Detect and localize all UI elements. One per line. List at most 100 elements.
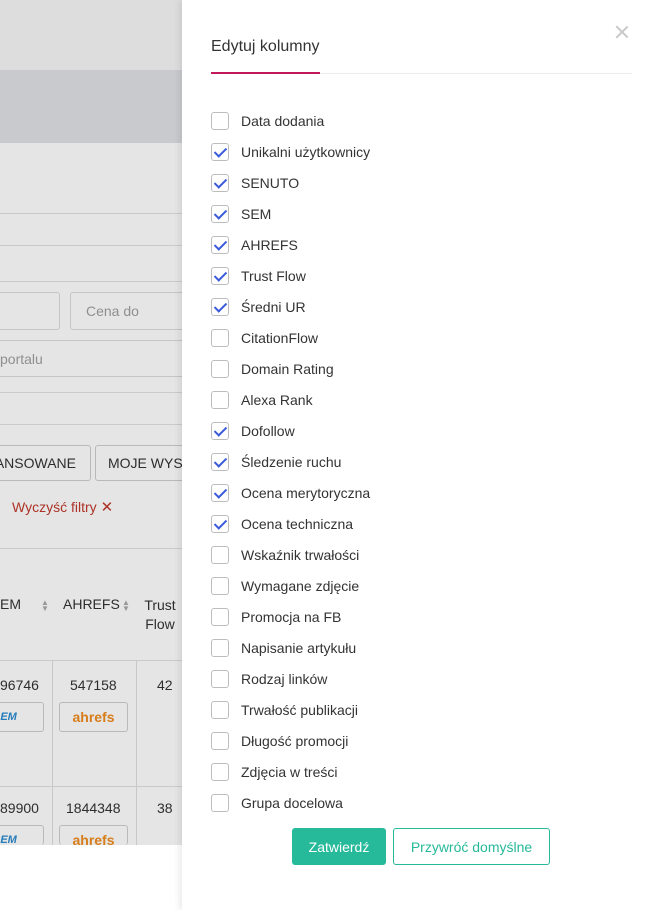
divider xyxy=(0,281,182,282)
column-option[interactable]: Wymagane zdjęcie xyxy=(211,570,370,601)
column-option[interactable]: Grupa docelowa xyxy=(211,787,370,818)
column-option[interactable]: SEM xyxy=(211,198,370,229)
advanced-search-button[interactable]: ANSOWANE xyxy=(0,445,91,481)
column-option[interactable]: Zdjęcia w treści xyxy=(211,756,370,787)
column-option[interactable]: Długość promocji xyxy=(211,725,370,756)
clear-filters-link[interactable]: Wyczyść filtry ✕ xyxy=(12,498,113,516)
column-checkbox[interactable] xyxy=(211,762,229,781)
column-option[interactable]: CitationFlow xyxy=(211,322,370,353)
column-option[interactable]: Unikalni użytkownicy xyxy=(211,136,370,167)
confirm-button[interactable]: Zatwierdź xyxy=(292,828,386,865)
column-label: CitationFlow xyxy=(241,329,319,346)
column-checkbox[interactable] xyxy=(211,545,229,564)
column-option[interactable]: Promocja na FB xyxy=(211,601,370,632)
column-label: Promocja na FB xyxy=(241,608,342,625)
column-list: Data dodania Unikalni użytkownicy SENUTO SE… xyxy=(211,105,370,818)
column-option[interactable]: SENUTO xyxy=(211,167,370,198)
column-checkbox[interactable] xyxy=(211,731,229,750)
column-option[interactable]: Trust Flow xyxy=(211,260,370,291)
column-label: Trust Flow xyxy=(241,267,306,284)
column-option[interactable]: Średni UR xyxy=(211,291,370,322)
table-cell-ahrefs: 1844348 xyxy=(66,800,121,816)
column-option[interactable]: Data dodania xyxy=(211,105,370,136)
column-checkbox[interactable] xyxy=(211,173,229,192)
column-label: AHREFS xyxy=(241,236,298,253)
column-label: Zdjęcia w treści xyxy=(241,763,338,780)
column-option[interactable]: Alexa Rank xyxy=(211,384,370,415)
column-option[interactable]: Trwałość publikacji xyxy=(211,694,370,725)
column-option[interactable]: Ocena techniczna xyxy=(211,508,370,539)
background-banner xyxy=(0,70,182,143)
column-label: Średni UR xyxy=(241,298,306,315)
column-checkbox[interactable] xyxy=(211,669,229,688)
column-option[interactable]: Rodzaj linków xyxy=(211,663,370,694)
table-cell-ahrefs: 547158 xyxy=(70,677,117,693)
column-option[interactable]: AHREFS xyxy=(211,229,370,260)
column-checkbox[interactable] xyxy=(211,297,229,316)
reset-defaults-button[interactable]: Przywróć domyślne xyxy=(393,828,550,865)
column-label: Ocena techniczna xyxy=(241,515,354,532)
column-option[interactable]: Dofollow xyxy=(211,415,370,446)
column-option[interactable]: Wskaźnik trwałości xyxy=(211,539,370,570)
table-cell-trust-flow: 42 xyxy=(157,677,173,693)
column-checkbox[interactable] xyxy=(211,638,229,657)
my-searches-button[interactable]: MOJE WYSZ xyxy=(95,445,182,481)
column-label: SEM xyxy=(241,205,272,222)
ahrefs-badge[interactable]: ahrefs xyxy=(59,702,128,732)
column-label: Alexa Rank xyxy=(241,391,313,408)
table-header-ahrefs[interactable]: AHREFS xyxy=(63,596,120,612)
column-option[interactable]: Ocena merytoryczna xyxy=(211,477,370,508)
sem-badge[interactable]: SEM xyxy=(0,825,44,845)
column-label: Unikalni użytkownicy xyxy=(241,143,371,160)
column-label: Trwałość publikacji xyxy=(241,701,358,718)
price-from-input[interactable] xyxy=(0,292,60,330)
divider xyxy=(136,660,137,845)
divider xyxy=(52,660,53,845)
column-checkbox[interactable] xyxy=(211,111,229,130)
divider xyxy=(0,660,182,661)
column-checkbox[interactable] xyxy=(211,390,229,409)
table-header-sem[interactable]: EM xyxy=(0,596,21,612)
column-option[interactable]: Napisanie artykułu xyxy=(211,632,370,663)
column-checkbox[interactable] xyxy=(211,576,229,595)
column-checkbox[interactable] xyxy=(211,359,229,378)
sort-icon[interactable]: ▲ ▼ xyxy=(122,599,130,613)
price-to-input[interactable]: Cena do xyxy=(70,292,182,330)
table-header-trust-flow[interactable]: Trust Flow xyxy=(140,596,180,634)
column-checkbox[interactable] xyxy=(211,142,229,161)
column-label: Wymagane zdjęcie xyxy=(241,577,360,594)
background-header xyxy=(0,0,182,70)
column-label: Domain Rating xyxy=(241,360,334,377)
background-page: Cena do portalu ANSOWANE MOJE WYSZ Wyczy… xyxy=(0,0,182,910)
close-icon[interactable] xyxy=(614,24,630,40)
column-label: Rodzaj linków xyxy=(241,670,328,687)
column-checkbox[interactable] xyxy=(211,266,229,285)
table-cell-sem: 89900 xyxy=(0,800,39,816)
sem-badge[interactable]: SEM xyxy=(0,702,44,732)
column-checkbox[interactable] xyxy=(211,607,229,626)
column-checkbox[interactable] xyxy=(211,328,229,347)
column-checkbox[interactable] xyxy=(211,452,229,471)
column-option[interactable]: Śledzenie ruchu xyxy=(211,446,370,477)
column-label: Ocena merytoryczna xyxy=(241,484,371,501)
sort-icon[interactable]: ▲ ▼ xyxy=(41,599,49,613)
column-label: Długość promocji xyxy=(241,732,349,749)
column-checkbox[interactable] xyxy=(211,700,229,719)
clear-filters-label: Wyczyść filtry xyxy=(12,499,97,515)
column-checkbox[interactable] xyxy=(211,793,229,812)
divider xyxy=(0,548,182,549)
column-checkbox[interactable] xyxy=(211,204,229,223)
ahrefs-badge[interactable]: ahrefs xyxy=(59,825,128,845)
portal-input[interactable]: portalu xyxy=(0,340,182,377)
edit-columns-drawer: Edytuj kolumny Data dodania Unikalni użyt… xyxy=(182,0,661,910)
column-checkbox[interactable] xyxy=(211,235,229,254)
column-label: Śledzenie ruchu xyxy=(241,453,342,470)
column-checkbox[interactable] xyxy=(211,483,229,502)
column-label: Data dodania xyxy=(241,112,325,129)
table-cell-sem: 96746 xyxy=(0,677,39,693)
divider xyxy=(0,424,182,425)
column-checkbox[interactable] xyxy=(211,514,229,533)
column-checkbox[interactable] xyxy=(211,421,229,440)
column-label: SENUTO xyxy=(241,174,300,191)
column-option[interactable]: Domain Rating xyxy=(211,353,370,384)
